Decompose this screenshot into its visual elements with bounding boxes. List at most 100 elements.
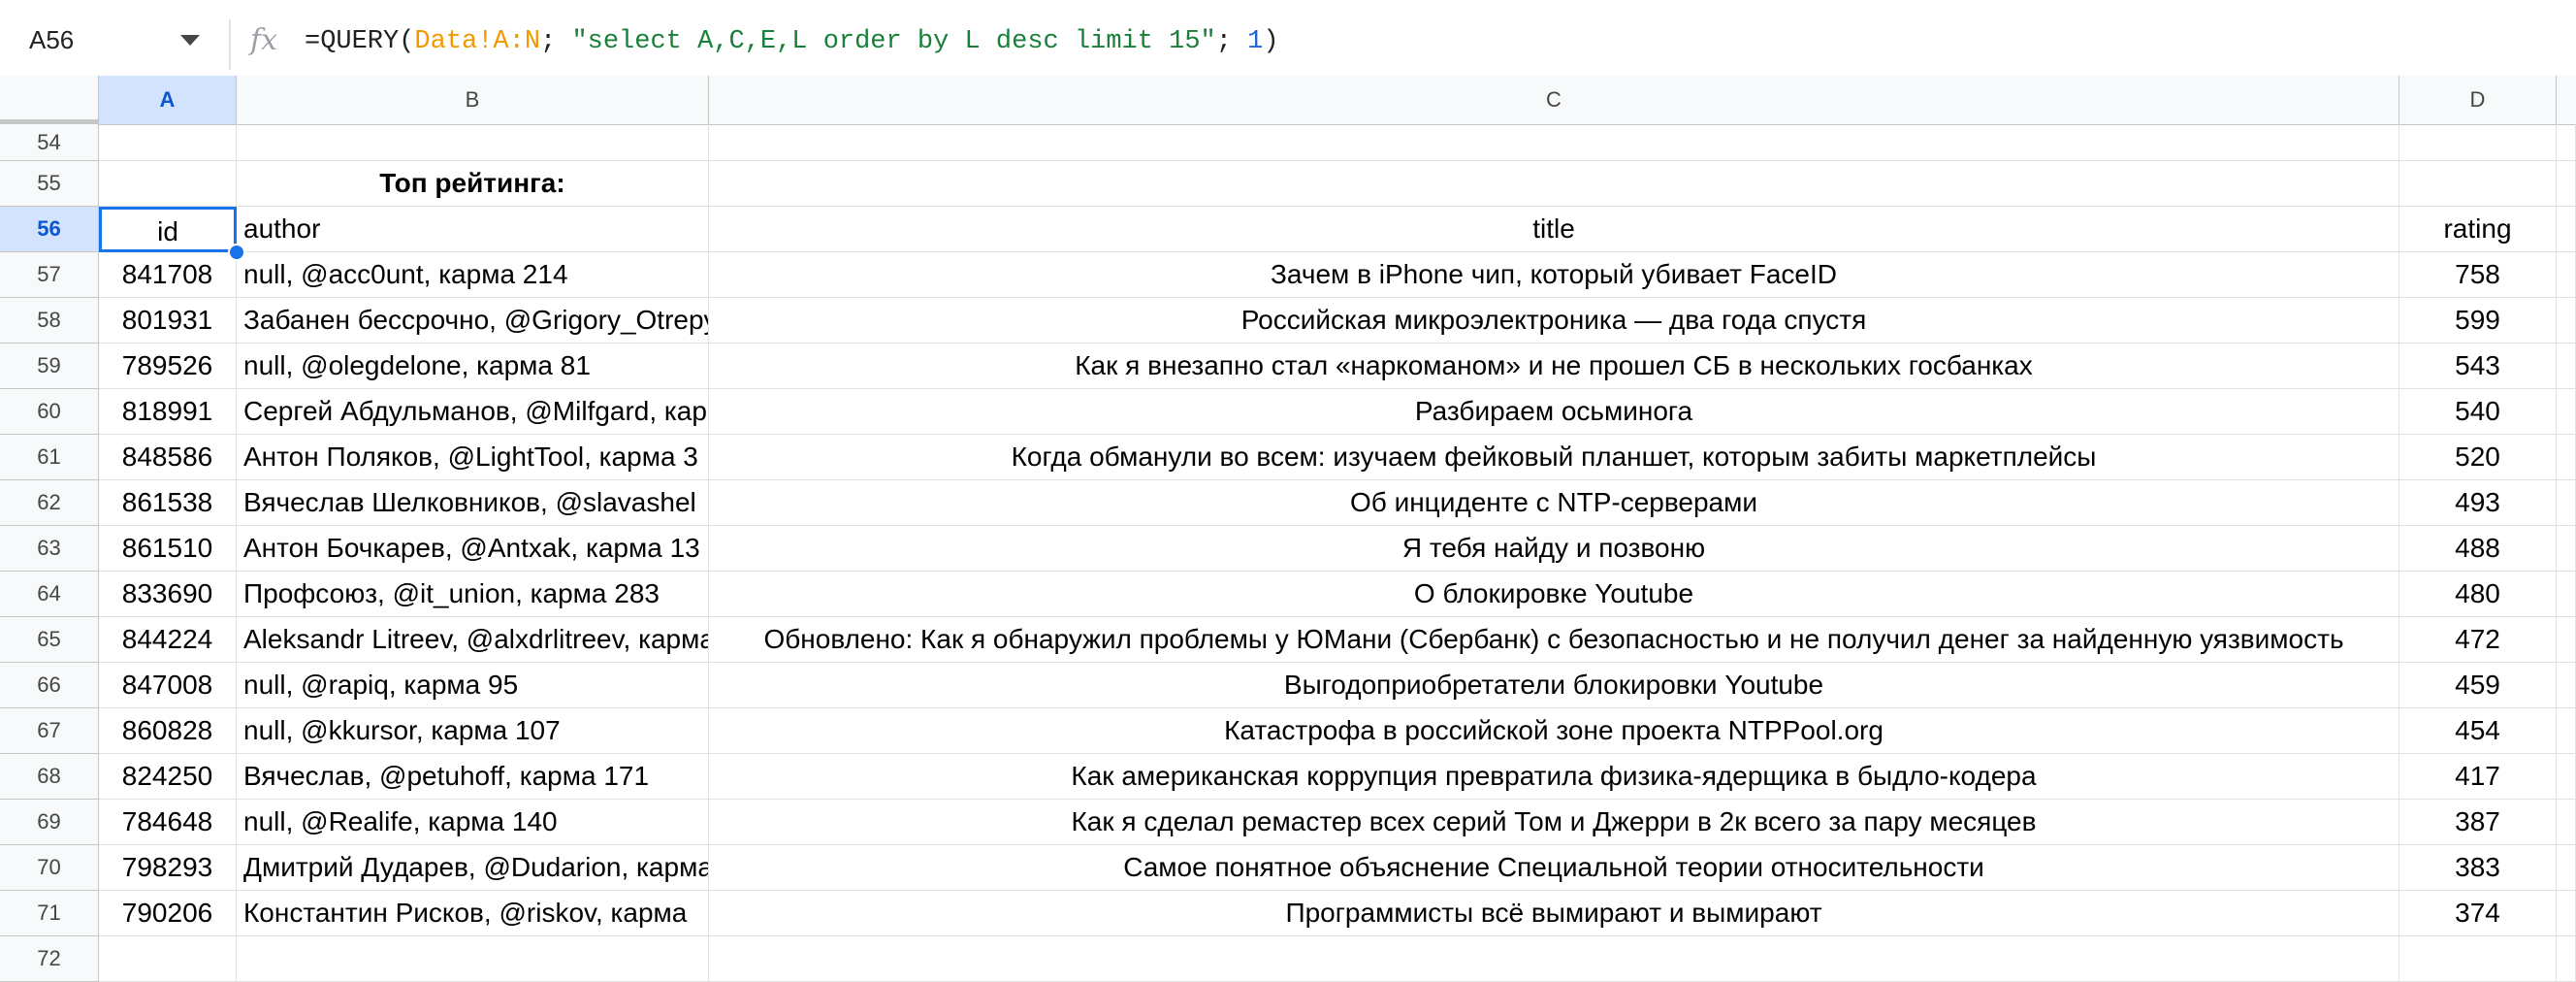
cell-a-60[interactable]: 818991 [99,389,237,435]
cell-d-54[interactable] [2399,124,2557,161]
cell-c-57[interactable]: Зачем в iPhone чип, который убивает Face… [709,252,2399,298]
cell-d-59[interactable]: 543 [2399,344,2557,389]
cell-c-72[interactable] [709,936,2399,982]
cell-b-55[interactable]: Топ рейтинга: [237,161,709,207]
cell-c-59[interactable]: Как я внезапно стал «наркоманом» и не пр… [709,344,2399,389]
cell-b-58[interactable]: Забанен бессрочно, @Grigory_Otrepyev, ка… [237,298,709,344]
select-all-corner[interactable] [0,76,99,124]
cell-b-69[interactable]: null, @Realife, карма 140 [237,800,709,845]
cell-c-61[interactable]: Когда обманули во всем: изучаем фейковый… [709,435,2399,480]
cell-e-61[interactable] [2557,435,2576,480]
cell-b-66[interactable]: null, @rapiq, карма 95 [237,663,709,708]
cell-c-67[interactable]: Катастрофа в российской зоне проекта NTP… [709,708,2399,754]
cell-e-69[interactable] [2557,800,2576,845]
row-header[interactable]: 60 [0,389,99,435]
cell-e-59[interactable] [2557,344,2576,389]
row-header[interactable]: 68 [0,754,99,800]
cell-b-71[interactable]: Константин Рисков, @riskov, карма [237,891,709,936]
row-header[interactable]: 59 [0,344,99,389]
cell-d-68[interactable]: 417 [2399,754,2557,800]
cell-a-69[interactable]: 784648 [99,800,237,845]
cell-e-71[interactable] [2557,891,2576,936]
row-header[interactable]: 63 [0,526,99,572]
cell-d-58[interactable]: 599 [2399,298,2557,344]
cell-a-55[interactable] [99,161,237,207]
cell-e-65[interactable] [2557,617,2576,663]
cell-c-55[interactable] [709,161,2399,207]
cell-e-58[interactable] [2557,298,2576,344]
cell-a-64[interactable]: 833690 [99,572,237,617]
row-header[interactable]: 54 [0,124,99,161]
cell-e-62[interactable] [2557,480,2576,526]
row-header[interactable]: 61 [0,435,99,480]
row-header[interactable]: 64 [0,572,99,617]
cell-d-61[interactable]: 520 [2399,435,2557,480]
cell-a-58[interactable]: 801931 [99,298,237,344]
cell-a-61[interactable]: 848586 [99,435,237,480]
row-header[interactable]: 56 [0,207,99,252]
cell-b-54[interactable] [237,124,709,161]
cell-e-68[interactable] [2557,754,2576,800]
row-header[interactable]: 65 [0,617,99,663]
cell-c-69[interactable]: Как я сделал ремастер всех серий Том и Д… [709,800,2399,845]
row-header[interactable]: 55 [0,161,99,207]
cell-d-60[interactable]: 540 [2399,389,2557,435]
cell-a-67[interactable]: 860828 [99,708,237,754]
cell-c-66[interactable]: Выгодоприобретатели блокировки Youtube [709,663,2399,708]
cell-a-59[interactable]: 789526 [99,344,237,389]
cell-d-66[interactable]: 459 [2399,663,2557,708]
cell-c-68[interactable]: Как американская коррупция превратила фи… [709,754,2399,800]
column-header-b[interactable]: B [237,76,709,124]
cell-d-71[interactable]: 374 [2399,891,2557,936]
cell-d-67[interactable]: 454 [2399,708,2557,754]
cell-e-63[interactable] [2557,526,2576,572]
column-header-c[interactable]: C [709,76,2399,124]
row-header[interactable]: 57 [0,252,99,298]
cell-a-71[interactable]: 790206 [99,891,237,936]
cell-c-65[interactable]: Обновлено: Как я обнаружил проблемы у ЮМ… [709,617,2399,663]
cell-a-68[interactable]: 824250 [99,754,237,800]
cell-e-72[interactable] [2557,936,2576,982]
cell-c-71[interactable]: Программисты всё вымирают и вымирают [709,891,2399,936]
row-header[interactable]: 66 [0,663,99,708]
cell-b-60[interactable]: Сергей Абдульманов, @Milfgard, карма [237,389,709,435]
column-header-a[interactable]: A [99,76,237,124]
cell-d-65[interactable]: 472 [2399,617,2557,663]
fill-handle[interactable] [228,244,245,261]
cell-b-56[interactable]: author [237,207,709,252]
cell-c-62[interactable]: Об инциденте с NTP-серверами [709,480,2399,526]
cell-e-57[interactable] [2557,252,2576,298]
cell-a-63[interactable]: 861510 [99,526,237,572]
chevron-down-icon[interactable] [180,35,200,46]
row-header[interactable]: 69 [0,800,99,845]
cell-a-66[interactable]: 847008 [99,663,237,708]
name-box-value[interactable]: A56 [29,25,74,55]
cell-b-65[interactable]: Aleksandr Litreev, @alxdrlitreev, карма [237,617,709,663]
row-header[interactable]: 70 [0,845,99,891]
cell-d-62[interactable]: 493 [2399,480,2557,526]
cell-b-64[interactable]: Профсоюз, @it_union, карма 283 [237,572,709,617]
row-header[interactable]: 62 [0,480,99,526]
cell-e-70[interactable] [2557,845,2576,891]
cell-c-58[interactable]: Российская микроэлектроника — два года с… [709,298,2399,344]
cell-b-72[interactable] [237,936,709,982]
cell-b-67[interactable]: null, @kkursor, карма 107 [237,708,709,754]
formula-input[interactable]: =QUERY(Data!A:N; "select A,C,E,L order b… [305,27,1279,56]
column-header-d[interactable]: D [2399,76,2557,124]
cell-c-63[interactable]: Я тебя найду и позвоню [709,526,2399,572]
cell-e-56[interactable] [2557,207,2576,252]
cell-a-72[interactable] [99,936,237,982]
cell-a-62[interactable]: 861538 [99,480,237,526]
cell-e-66[interactable] [2557,663,2576,708]
cell-d-55[interactable] [2399,161,2557,207]
cell-c-56[interactable]: title [709,207,2399,252]
cell-b-63[interactable]: Антон Бочкарев, @Antxak, карма 13 [237,526,709,572]
cell-c-54[interactable] [709,124,2399,161]
cell-b-62[interactable]: Вячеслав Шелковников, @slavashel [237,480,709,526]
cell-b-57[interactable]: null, @acc0unt, карма 214 [237,252,709,298]
cell-c-60[interactable]: Разбираем осьминога [709,389,2399,435]
row-header[interactable]: 71 [0,891,99,936]
name-box[interactable]: A56 [0,12,229,76]
cell-a-54[interactable] [99,124,237,161]
cell-d-69[interactable]: 387 [2399,800,2557,845]
